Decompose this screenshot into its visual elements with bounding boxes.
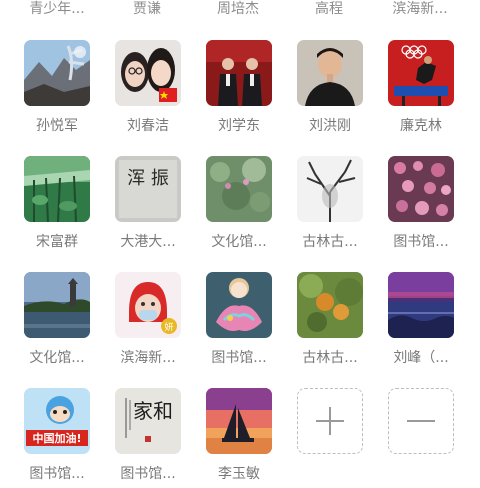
- member-item[interactable]: 廉克林: [388, 40, 478, 140]
- pagoda-lake-photo: [24, 272, 90, 338]
- two-men-red-curtain-photo: [206, 40, 272, 106]
- calligraphy-jiahe-photo: 家和: [115, 388, 181, 454]
- member-item[interactable]: 刘洪刚: [297, 40, 387, 140]
- member-label: 刘学东: [218, 118, 260, 134]
- member-label: 孙悦军: [36, 118, 78, 134]
- member-label: 刘峰（...: [393, 350, 449, 366]
- member-label: 文化馆...: [211, 234, 267, 250]
- pink-blossom-photo: [388, 156, 454, 222]
- member-avatar: [206, 40, 272, 106]
- member-item[interactable]: 文化馆...: [206, 156, 296, 256]
- member-label: 图书馆...: [120, 466, 176, 482]
- remove-member-button[interactable]: [388, 388, 478, 488]
- badge-text: 妍: [164, 321, 173, 333]
- member-item[interactable]: 李玉敏: [206, 388, 296, 488]
- member-label: 古林古...: [302, 234, 358, 250]
- calligraphy-photo: 浑 振: [115, 156, 181, 222]
- member-item[interactable]: 图书馆...: [388, 156, 478, 256]
- member-label: 图书馆...: [393, 234, 449, 250]
- member-label: 滨海新...: [120, 350, 176, 366]
- member-label: 滨海新...: [392, 1, 448, 17]
- add-member-tile[interactable]: [297, 388, 363, 454]
- man-portrait-photo: [297, 40, 363, 106]
- olympic-athlete-photo: [388, 40, 454, 106]
- member-item[interactable]: 文化馆...: [24, 272, 114, 372]
- member-avatar: [115, 40, 181, 106]
- member-avatar: [24, 156, 90, 222]
- member-label: 古林古...: [302, 350, 358, 366]
- member-avatar: [206, 156, 272, 222]
- member-item[interactable]: 孙悦军: [24, 40, 114, 140]
- member-item[interactable]: 刘学东: [206, 40, 296, 140]
- member-avatar: [206, 272, 272, 338]
- member-item[interactable]: 古林古...: [297, 156, 387, 256]
- member-avatar: 中国加油!: [24, 388, 90, 454]
- member-label: 文化馆...: [29, 350, 85, 366]
- member-avatar: [388, 156, 454, 222]
- doll-flower-photo: [206, 272, 272, 338]
- member-item[interactable]: 刘峰（...: [388, 272, 478, 372]
- member-label: 李玉敏: [218, 466, 260, 482]
- green-plants-photo: [206, 156, 272, 222]
- member-avatar: 家和: [115, 388, 181, 454]
- member-label: 廉克林: [400, 118, 442, 134]
- cartoon-girl-mask-photo: 妍: [115, 272, 181, 338]
- member-item[interactable]: 浑 振 大港大...: [115, 156, 205, 256]
- member-label: 刘洪刚: [309, 118, 351, 134]
- member-label: 刘春洁: [127, 118, 169, 134]
- jiayou-text: 中国加油!: [32, 431, 81, 445]
- member-label: 贾谦: [133, 1, 161, 17]
- add-member-button[interactable]: [297, 388, 387, 488]
- two-girls-selfie-photo: [115, 40, 181, 106]
- member-item[interactable]: 古林古...: [297, 272, 387, 372]
- member-label: 图书馆...: [211, 350, 267, 366]
- member-label: 大港大...: [120, 234, 176, 250]
- mountain-tree-photo: [24, 40, 90, 106]
- china-jiayou-cartoon-photo: 中国加油!: [24, 388, 90, 454]
- member-avatar: 妍: [115, 272, 181, 338]
- member-avatar: [24, 40, 90, 106]
- member-avatar: [388, 40, 454, 106]
- plus-icon: [316, 407, 344, 435]
- ink-tree-photo: [297, 156, 363, 222]
- member-item[interactable]: 中国加油! 图书馆...: [24, 388, 114, 488]
- member-avatar: [206, 388, 272, 454]
- member-label: 青少年...: [29, 1, 85, 17]
- member-label: 图书馆...: [29, 466, 85, 482]
- member-avatar: [297, 272, 363, 338]
- previous-row-labels: 青少年... 贾谦 周培杰 高程 滨海新...: [0, 0, 480, 22]
- member-avatar: [24, 272, 90, 338]
- member-label: 周培杰: [217, 1, 259, 17]
- sailboat-sunset-photo: [206, 388, 272, 454]
- calligraphy-text-1: 浑 振: [127, 168, 169, 189]
- jiahe-text: 家和: [133, 399, 173, 423]
- member-label: 宋富群: [36, 234, 78, 250]
- member-avatar: [297, 156, 363, 222]
- minus-icon: [407, 420, 435, 422]
- purple-seascape-photo: [388, 272, 454, 338]
- member-avatar: 浑 振: [115, 156, 181, 222]
- remove-member-tile[interactable]: [388, 388, 454, 454]
- green-leaves-photo: [24, 156, 90, 222]
- member-item[interactable]: 家和 图书馆...: [115, 388, 205, 488]
- member-item[interactable]: 图书馆...: [206, 272, 296, 372]
- member-label: 高程: [315, 1, 343, 17]
- member-avatar: [297, 40, 363, 106]
- member-item[interactable]: 妍 滨海新...: [115, 272, 205, 372]
- member-item[interactable]: 宋富群: [24, 156, 114, 256]
- member-grid: 孙悦军 刘春洁 刘学东 刘洪刚 廉克林 宋富群 浑 振 大港大... 文化馆..…: [0, 40, 480, 482]
- member-avatar: [388, 272, 454, 338]
- member-item[interactable]: 刘春洁: [115, 40, 205, 140]
- persimmon-tree-photo: [297, 272, 363, 338]
